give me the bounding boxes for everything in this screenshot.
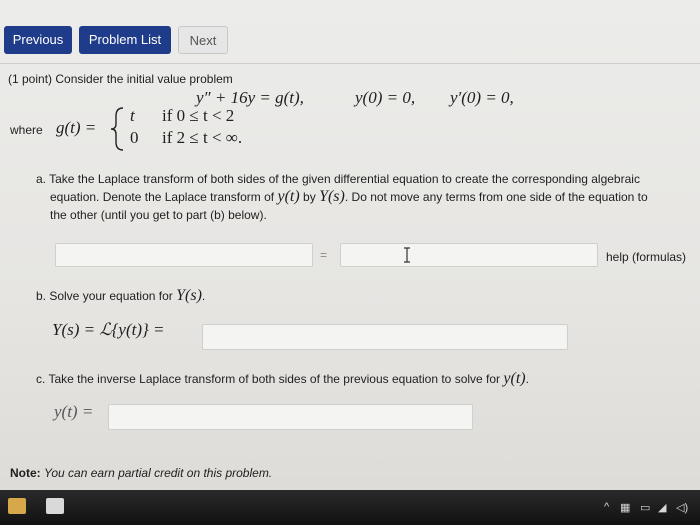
previous-button[interactable]: Previous [4,26,72,54]
answer-a-left-input[interactable] [55,243,313,267]
problem-list-button[interactable]: Problem List [79,26,171,54]
case2-condition: if 2 ≤ t < ∞. [162,128,243,147]
network-icon[interactable]: ▦ [620,501,630,514]
case1-value: t [130,106,135,125]
part-b-prompt: b. Solve your equation for Y(s). [36,287,206,304]
g-definition-lhs: g(t) = [56,118,97,137]
part-a-line3: the other (until you get to part (b) bel… [50,208,267,222]
y-of-t: y(t) [277,188,300,205]
store-icon[interactable] [46,498,64,514]
where-label: where [10,123,43,137]
part-a-line2: equation. Denote the Laplace transform o… [50,188,648,205]
differential-equation: y″ + 16y = g(t), [196,88,304,107]
volume-icon[interactable]: ◁) [676,501,688,514]
answer-a-right-input[interactable] [340,243,598,267]
initial-condition-yprime: y′(0) = 0, [450,88,514,107]
help-formulas-link[interactable]: help (formulas) [606,250,686,264]
case2-value: 0 [130,128,139,147]
answer-c-input[interactable] [108,404,473,430]
navigation-bar: Previous Problem List Next [0,0,700,62]
tray-expand-icon[interactable]: ^ [604,501,609,513]
part-b-lhs: Y(s) = ℒ{y(t)} = [52,320,165,339]
text-cursor-icon [404,247,410,263]
Y-of-s: Y(s) [319,188,345,205]
header-divider [0,63,700,64]
partial-credit-note: Note: You can earn partial credit on thi… [10,466,273,480]
part-c-prompt: c. Take the inverse Laplace transform of… [36,370,529,387]
battery-icon[interactable]: ▭ [640,501,650,514]
case1-condition: if 0 ≤ t < 2 [162,106,235,125]
initial-condition-y: y(0) = 0, [355,88,416,107]
piecewise-brace [110,107,124,151]
wifi-icon[interactable]: ◢ [658,501,666,514]
part-c-lhs: y(t) = [54,402,94,421]
equals-sign: = [320,248,328,262]
next-button[interactable]: Next [178,26,228,54]
problem-page: Previous Problem List Next (1 point) Con… [0,0,700,490]
answer-b-input[interactable] [202,324,568,350]
os-taskbar: ^ ▦ ▭ ◢ ◁) [0,490,700,525]
file-explorer-icon[interactable] [8,498,26,514]
problem-intro: (1 point) Consider the initial value pro… [8,72,233,86]
part-a-line1: a. Take the Laplace transform of both si… [36,172,640,186]
